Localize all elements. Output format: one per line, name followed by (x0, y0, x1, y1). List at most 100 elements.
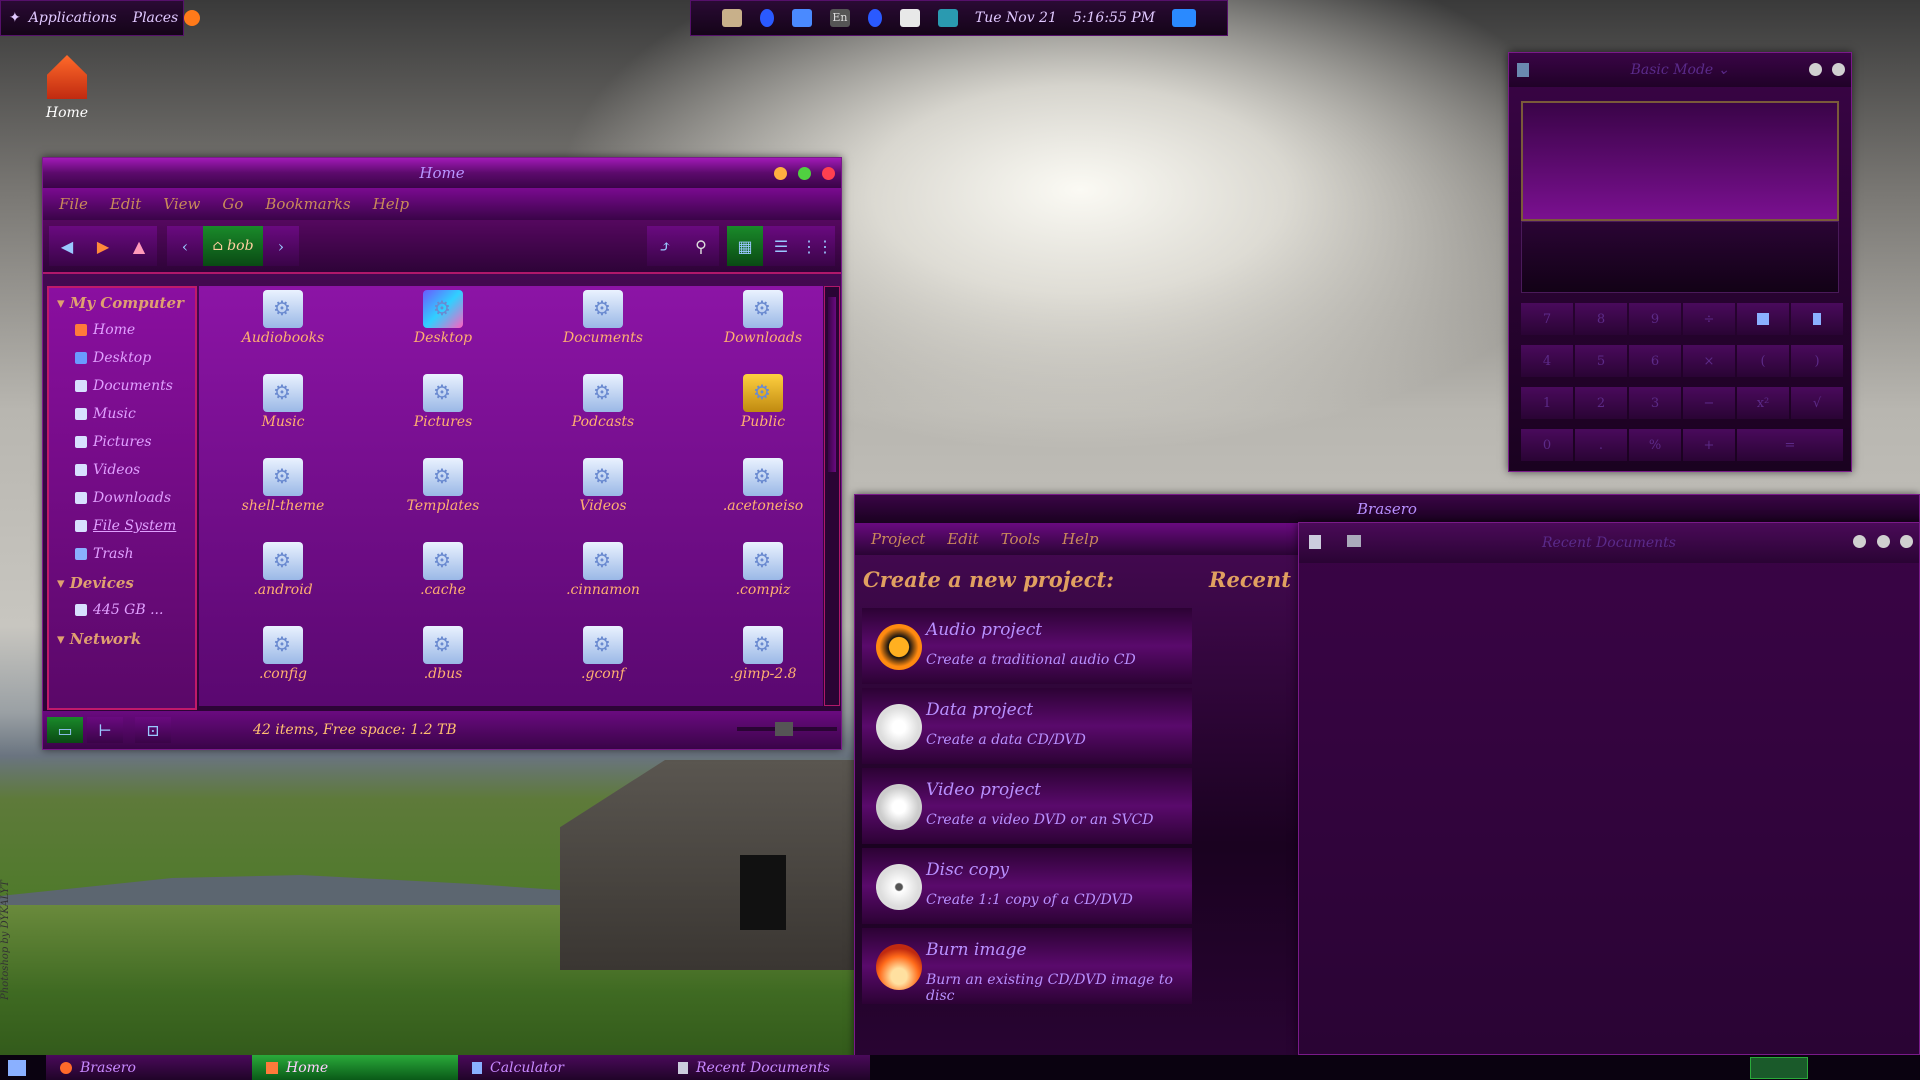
desktop-home-icon[interactable]: Home (40, 55, 94, 121)
bluetooth-icon[interactable] (759, 9, 774, 27)
sidebar-item-documents[interactable]: Documents (49, 372, 195, 400)
menu-edit[interactable]: Edit (947, 530, 978, 548)
file-item[interactable]: Podcasts (533, 370, 673, 430)
path-right-arrow[interactable]: › (263, 226, 299, 266)
key-3[interactable]: 3 (1629, 387, 1681, 419)
applications-icon[interactable]: ✦ (1, 10, 29, 26)
hide-sidebar-button[interactable]: ⊡ (135, 717, 171, 743)
path-button-bob[interactable]: ⌂ bob (203, 226, 263, 266)
applications-menu[interactable]: Applications (29, 10, 125, 26)
menu-view[interactable]: View (163, 195, 200, 213)
file-item[interactable]: Downloads (693, 286, 833, 346)
firefox-launcher-icon[interactable] (184, 10, 200, 26)
key-clear[interactable] (1791, 303, 1843, 335)
sidebar-section-network[interactable]: ▾ Network (49, 624, 195, 652)
data-project-button[interactable]: Data project Create a data CD/DVD (862, 688, 1192, 764)
sidebar-section-my-computer[interactable]: ▾ My Computer (49, 288, 195, 316)
file-item[interactable]: .android (213, 538, 353, 598)
zoom-slider[interactable] (737, 722, 837, 736)
maximize-button[interactable] (798, 167, 812, 180)
file-item[interactable]: .compiz (693, 538, 833, 598)
file-item[interactable]: Pictures (373, 370, 513, 430)
sidebar-item-downloads[interactable]: Downloads (49, 484, 195, 512)
video-project-button[interactable]: Video project Create a video DVD or an S… (862, 768, 1192, 844)
location-toggle-icon[interactable]: ⤴ (647, 226, 683, 266)
sidebar-item-videos[interactable]: Videos (49, 456, 195, 484)
file-item[interactable]: Desktop (373, 286, 513, 346)
document-icon[interactable] (1309, 535, 1321, 549)
key-square[interactable]: x² (1737, 387, 1789, 419)
clock-date[interactable]: Tue Nov 21 (967, 10, 1065, 26)
task-calculator[interactable]: Calculator (458, 1055, 664, 1080)
vertical-scrollbar[interactable] (824, 286, 840, 706)
folder-icon[interactable] (1347, 535, 1361, 547)
menu-help[interactable]: Help (373, 195, 409, 213)
search-icon[interactable]: ⚲ (683, 226, 719, 266)
display-icon[interactable] (1172, 9, 1197, 27)
file-item[interactable]: Templates (373, 454, 513, 514)
up-button[interactable]: ▲ (121, 226, 157, 266)
back-button[interactable]: ◀ (49, 226, 85, 266)
key-2[interactable]: 2 (1575, 387, 1627, 419)
key-undo[interactable] (1737, 303, 1789, 335)
sidebar-section-devices[interactable]: ▾ Devices (49, 568, 195, 596)
key-percent[interactable]: % (1629, 429, 1681, 461)
file-item[interactable]: Public (693, 370, 833, 430)
sidebar-item-pictures[interactable]: Pictures (49, 428, 195, 456)
key-5[interactable]: 5 (1575, 345, 1627, 377)
file-item[interactable]: Music (213, 370, 353, 430)
minimize-button[interactable] (774, 167, 788, 180)
zoom-slider-handle[interactable] (775, 722, 793, 736)
menu-help[interactable]: Help (1062, 530, 1098, 548)
audio-project-button[interactable]: Audio project Create a traditional audio… (862, 608, 1192, 684)
maximize-button[interactable] (1876, 535, 1890, 548)
burn-image-button[interactable]: Burn image Burn an existing CD/DVD image… (862, 928, 1192, 1004)
task-recent-documents[interactable]: Recent Documents (664, 1055, 870, 1080)
brasero-titlebar[interactable]: Brasero (855, 495, 1919, 523)
key-8[interactable]: 8 (1575, 303, 1627, 335)
list-view-button[interactable]: ☰ (763, 226, 799, 266)
menu-bookmarks[interactable]: Bookmarks (265, 195, 350, 213)
file-item[interactable]: .cinnamon (533, 538, 673, 598)
file-item[interactable]: .dbus (373, 622, 513, 682)
menu-project[interactable]: Project (871, 530, 925, 548)
file-item[interactable]: Audiobooks (213, 286, 353, 346)
workspace-switcher[interactable] (1750, 1056, 1808, 1079)
key-0[interactable]: 0 (1521, 429, 1573, 461)
task-home[interactable]: Home (252, 1055, 458, 1080)
show-desktop-icon[interactable] (8, 1059, 26, 1076)
key-multiply[interactable]: × (1683, 345, 1735, 377)
close-button[interactable] (1900, 535, 1913, 548)
minimize-button[interactable] (1808, 63, 1822, 76)
menu-tools[interactable]: Tools (1001, 530, 1040, 548)
mail-icon[interactable] (899, 9, 920, 27)
recent-documents-titlebar[interactable]: Recent Documents (1299, 523, 1919, 563)
sidebar-item-music[interactable]: Music (49, 400, 195, 428)
keyboard-layout-indicator[interactable]: En (829, 9, 850, 27)
compact-view-button[interactable]: ⋮⋮ (799, 226, 835, 266)
key-divide[interactable]: ÷ (1683, 303, 1735, 335)
key-subtract[interactable]: − (1683, 387, 1735, 419)
file-item[interactable]: .gimp-2.8 (693, 622, 833, 682)
key-9[interactable]: 9 (1629, 303, 1681, 335)
key-decimal[interactable]: . (1575, 429, 1627, 461)
key-equals[interactable]: = (1737, 429, 1843, 461)
file-item[interactable]: Documents (533, 286, 673, 346)
file-item[interactable]: .gconf (533, 622, 673, 682)
forward-button[interactable]: ▶ (85, 226, 121, 266)
volume-icon[interactable] (937, 9, 958, 27)
file-item[interactable]: .acetoneiso (693, 454, 833, 514)
clipboard-icon[interactable] (721, 9, 742, 27)
calculator-mode-selector[interactable]: Basic Mode ⌄ (1631, 62, 1730, 78)
places-menu[interactable]: Places (125, 10, 187, 26)
key-close-paren[interactable]: ) (1791, 345, 1843, 377)
path-left-arrow[interactable]: ‹ (167, 226, 203, 266)
key-add[interactable]: + (1683, 429, 1735, 461)
calculator-titlebar[interactable]: Basic Mode ⌄ (1509, 53, 1851, 87)
key-4[interactable]: 4 (1521, 345, 1573, 377)
file-item[interactable]: Videos (533, 454, 673, 514)
key-7[interactable]: 7 (1521, 303, 1573, 335)
sidebar-item-file-system[interactable]: File System (49, 512, 195, 540)
key-open-paren[interactable]: ( (1737, 345, 1789, 377)
minimize-button[interactable] (1853, 535, 1867, 548)
